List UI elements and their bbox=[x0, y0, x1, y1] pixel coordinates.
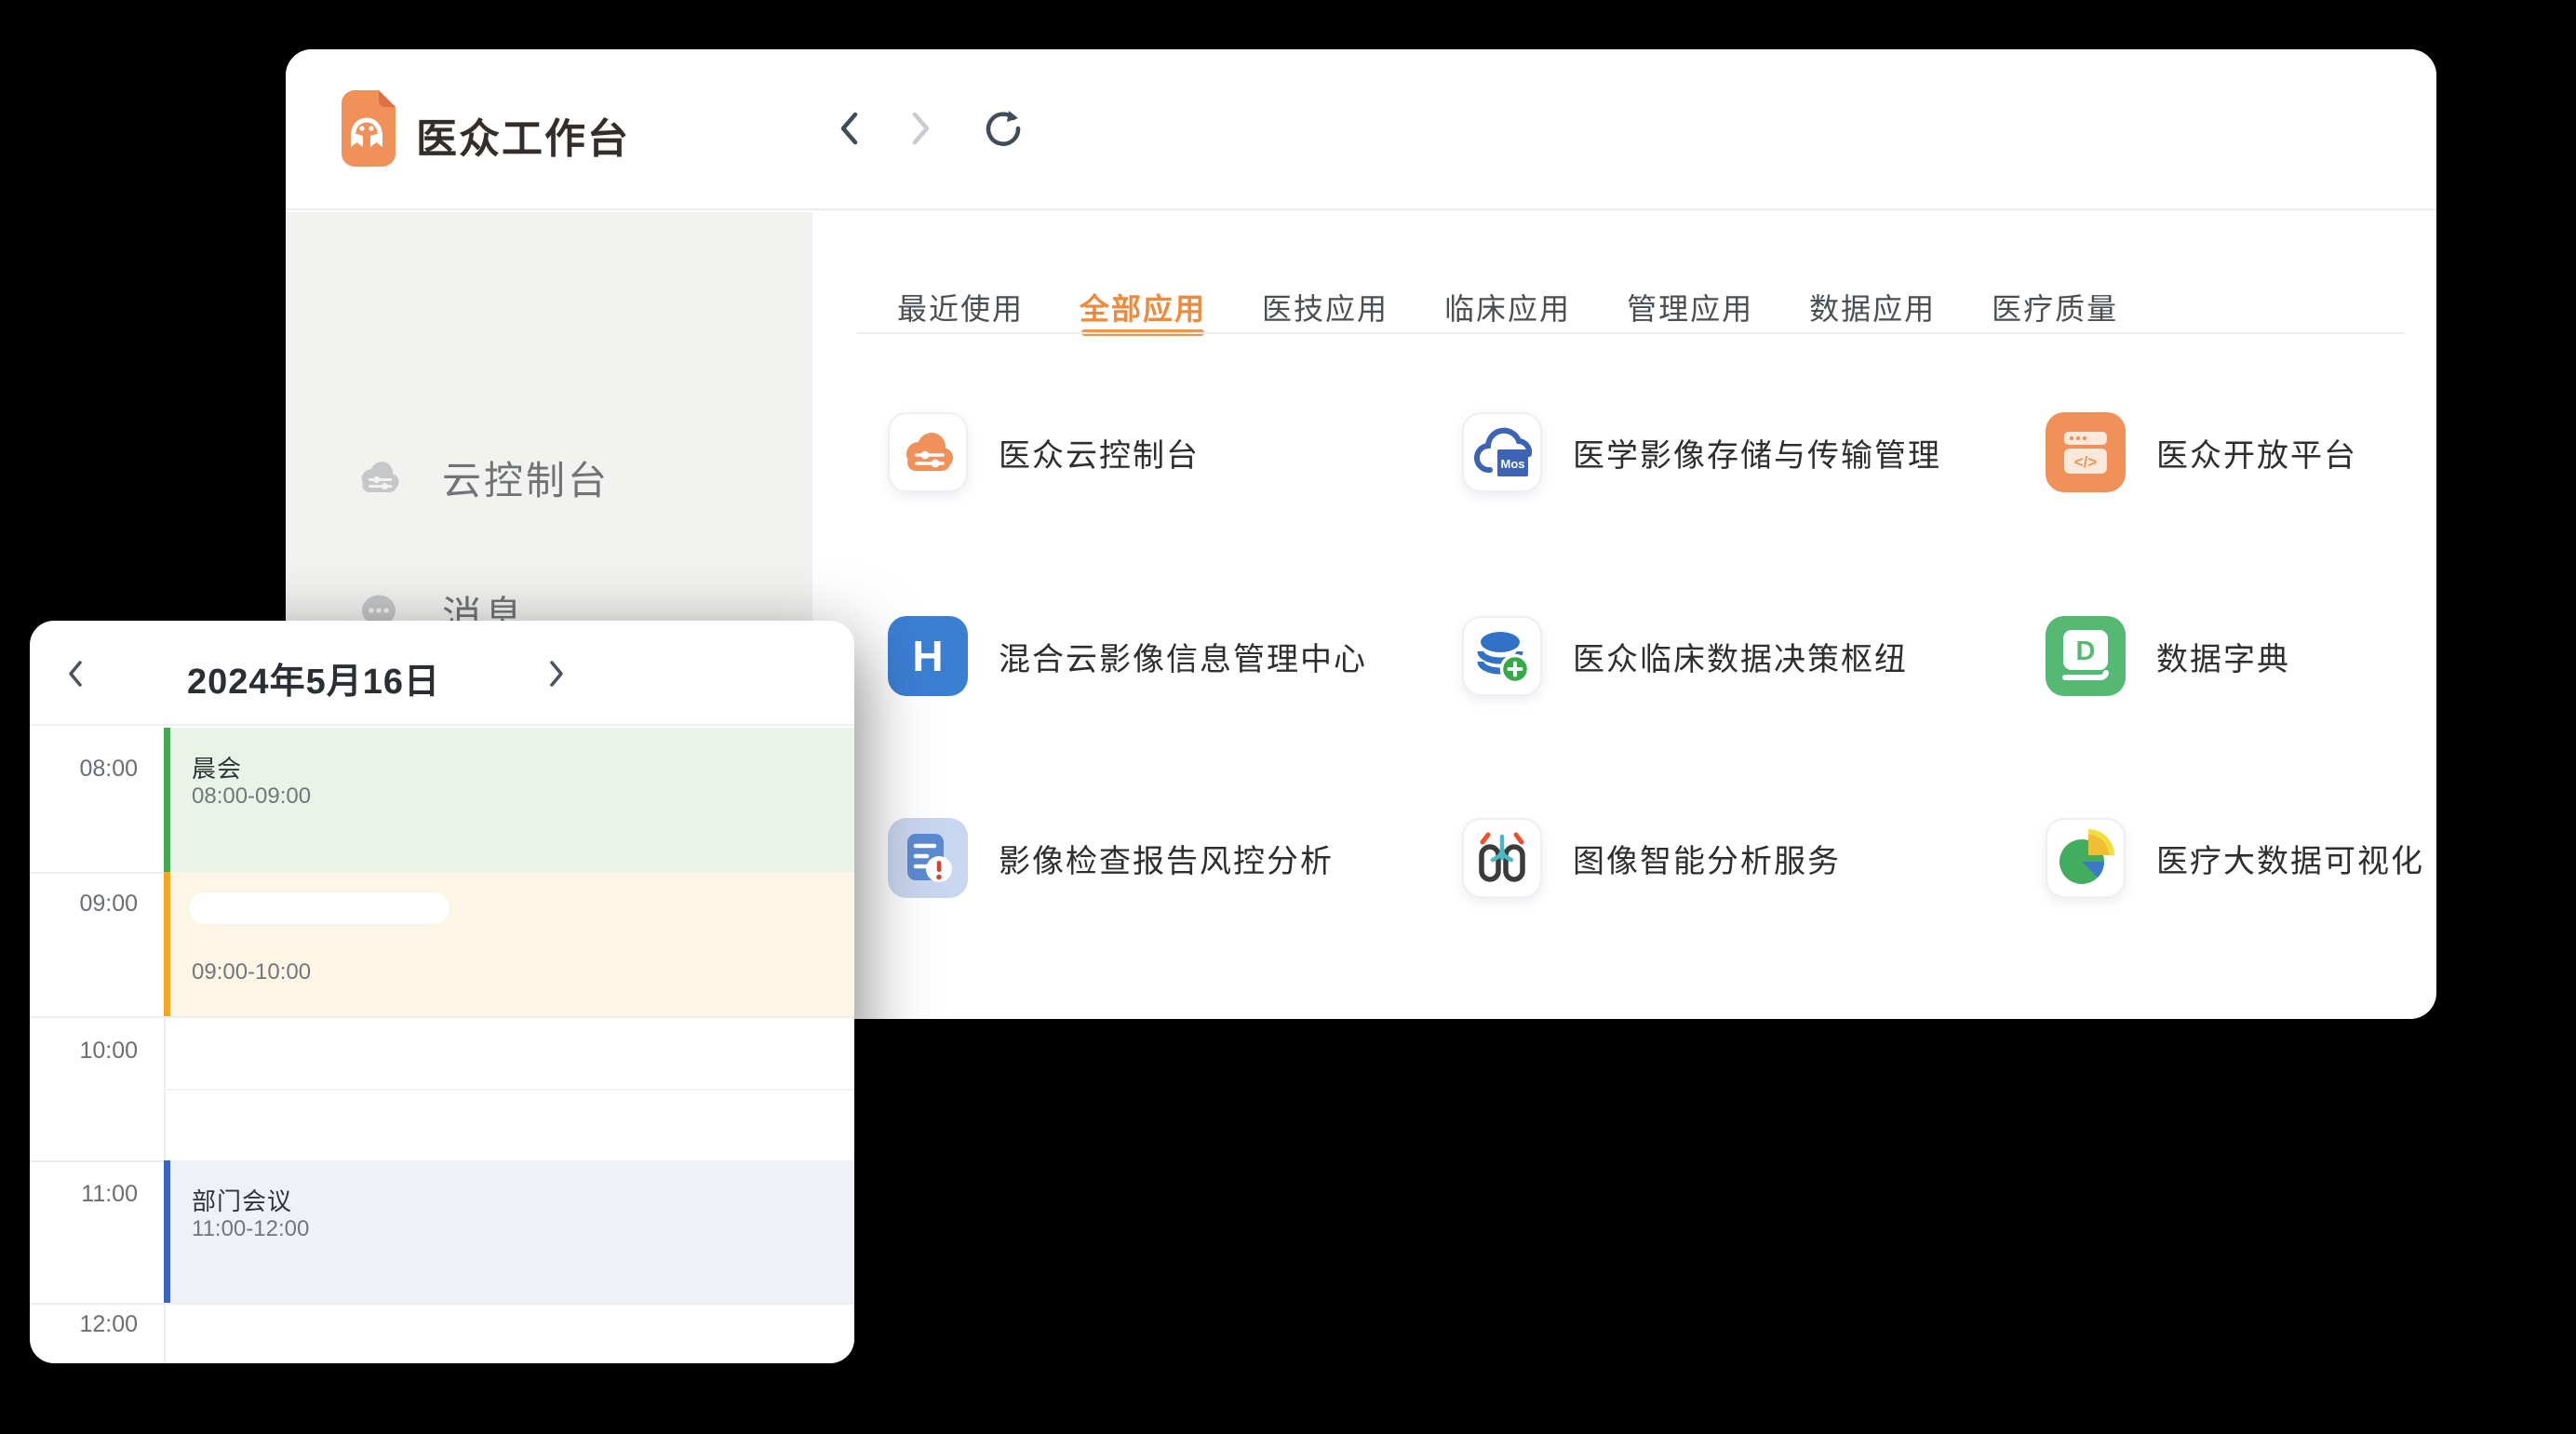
svg-text:D: D bbox=[2076, 637, 2096, 666]
app-name: 影像检查报告风控分析 bbox=[999, 836, 1334, 881]
code-window-icon: </> bbox=[2046, 412, 2126, 492]
refresh-icon bbox=[983, 108, 1024, 149]
event-color-bar bbox=[164, 1160, 170, 1303]
hour-gridline bbox=[30, 1303, 854, 1305]
sidebar-item-cloud-console[interactable]: 云控制台 bbox=[286, 448, 812, 507]
tab-medtech-apps[interactable]: 医技应用 bbox=[1262, 273, 1389, 334]
calendar-event-department-meeting[interactable]: 部门会议 11:00-12:00 bbox=[164, 1160, 854, 1303]
app-image-ai-analysis[interactable]: 图像智能分析服务 bbox=[1462, 818, 1841, 898]
letter-h-icon: H bbox=[888, 616, 968, 696]
tab-clinical-apps[interactable]: 临床应用 bbox=[1444, 273, 1571, 334]
chevron-right-icon bbox=[910, 111, 932, 146]
tab-divider bbox=[857, 332, 2405, 334]
app-name: 医众开放平台 bbox=[2156, 430, 2357, 476]
event-title: 晨会 bbox=[192, 750, 242, 784]
cloud-sliders-icon bbox=[888, 412, 968, 492]
calendar-event-morning-meeting[interactable]: 晨会 08:00-09:00 bbox=[164, 728, 854, 872]
tab-all-apps[interactable]: 全部应用 bbox=[1080, 273, 1206, 334]
forward-button[interactable] bbox=[900, 107, 943, 150]
app-name: 医众临床数据决策枢纽 bbox=[1573, 634, 1908, 679]
event-time: 11:00-12:00 bbox=[192, 1216, 309, 1242]
event-title: 部门会议 bbox=[192, 1183, 292, 1217]
chevron-right-icon bbox=[548, 660, 565, 688]
app-name: 医众云控制台 bbox=[999, 430, 1200, 476]
dictionary-book-icon: D bbox=[2046, 616, 2126, 696]
event-time: 08:00-09:00 bbox=[192, 784, 311, 810]
svg-text:Mos: Mos bbox=[1501, 457, 1525, 471]
calendar-panel: 2024年5月16日 08:00 09:00 10:00 11:00 12:00… bbox=[30, 621, 854, 1363]
cloud-settings-icon bbox=[356, 455, 401, 500]
app-clinical-data-hub[interactable]: 医众临床数据决策枢纽 bbox=[1462, 616, 1908, 696]
calendar-event-redacted[interactable]: 09:00-10:00 bbox=[164, 872, 854, 1016]
app-imaging-storage-transfer[interactable]: Mos 医学影像存储与传输管理 bbox=[1462, 412, 1941, 492]
app-name: 医学影像存储与传输管理 bbox=[1573, 430, 1941, 476]
sidebar-item-label: 云控制台 bbox=[442, 449, 610, 506]
app-big-data-visualization[interactable]: 医疗大数据可视化 bbox=[2046, 818, 2424, 898]
back-button[interactable] bbox=[827, 107, 870, 150]
tab-medical-quality[interactable]: 医疗质量 bbox=[1992, 273, 2118, 334]
tab-data-apps[interactable]: 数据应用 bbox=[1809, 273, 1936, 334]
database-plus-icon bbox=[1462, 616, 1542, 696]
app-data-dictionary[interactable]: D 数据字典 bbox=[2046, 616, 2290, 696]
app-report-risk-analysis[interactable]: 影像检查报告风控分析 bbox=[888, 818, 1334, 898]
app-hybrid-cloud-imaging-center[interactable]: H 混合云影像信息管理中心 bbox=[888, 616, 1367, 696]
app-name: 医疗大数据可视化 bbox=[2156, 836, 2424, 881]
time-label: 10:00 bbox=[30, 1038, 138, 1065]
app-logo-icon bbox=[338, 90, 396, 167]
app-cloud-console[interactable]: 医众云控制台 bbox=[888, 412, 1200, 492]
time-label: 08:00 bbox=[30, 756, 138, 783]
lungs-icon bbox=[1462, 818, 1542, 898]
tab-management-apps[interactable]: 管理应用 bbox=[1627, 273, 1753, 334]
hour-gridline bbox=[30, 1016, 854, 1018]
report-risk-icon bbox=[888, 818, 968, 898]
window-title: 医众工作台 bbox=[416, 105, 630, 165]
cloud-box-icon: Mos bbox=[1462, 412, 1542, 492]
chevron-left-icon bbox=[67, 660, 84, 688]
app-name: 混合云影像信息管理中心 bbox=[999, 634, 1367, 679]
window-header: 医众工作台 bbox=[286, 49, 2436, 210]
app-name: 图像智能分析服务 bbox=[1573, 836, 1841, 881]
refresh-button[interactable] bbox=[982, 107, 1025, 150]
time-label: 09:00 bbox=[30, 891, 138, 918]
calendar-prev-button[interactable] bbox=[56, 654, 95, 693]
pie-chart-icon bbox=[2046, 818, 2126, 898]
svg-text:</>: </> bbox=[2074, 453, 2098, 471]
app-name: 数据字典 bbox=[2156, 634, 2290, 679]
chevron-left-icon bbox=[838, 111, 860, 146]
app-open-platform[interactable]: </> 医众开放平台 bbox=[2046, 412, 2357, 492]
time-label: 12:00 bbox=[30, 1311, 138, 1338]
calendar-header: 2024年5月16日 bbox=[30, 621, 854, 726]
tab-recently-used[interactable]: 最近使用 bbox=[897, 273, 1024, 334]
event-time: 09:00-10:00 bbox=[192, 959, 311, 985]
calendar-date: 2024年5月16日 bbox=[169, 652, 458, 704]
tab-bar: 最近使用 全部应用 医技应用 临床应用 管理应用 数据应用 医疗质量 bbox=[897, 273, 2118, 334]
redacted-title-pill bbox=[189, 892, 449, 924]
time-label: 11:00 bbox=[30, 1181, 138, 1208]
event-color-bar bbox=[164, 872, 170, 1016]
half-hour-gridline bbox=[164, 1089, 854, 1091]
desktop-background: 医众工作台 bbox=[0, 0, 2576, 1434]
calendar-next-button[interactable] bbox=[537, 654, 576, 693]
event-color-bar bbox=[164, 728, 170, 872]
